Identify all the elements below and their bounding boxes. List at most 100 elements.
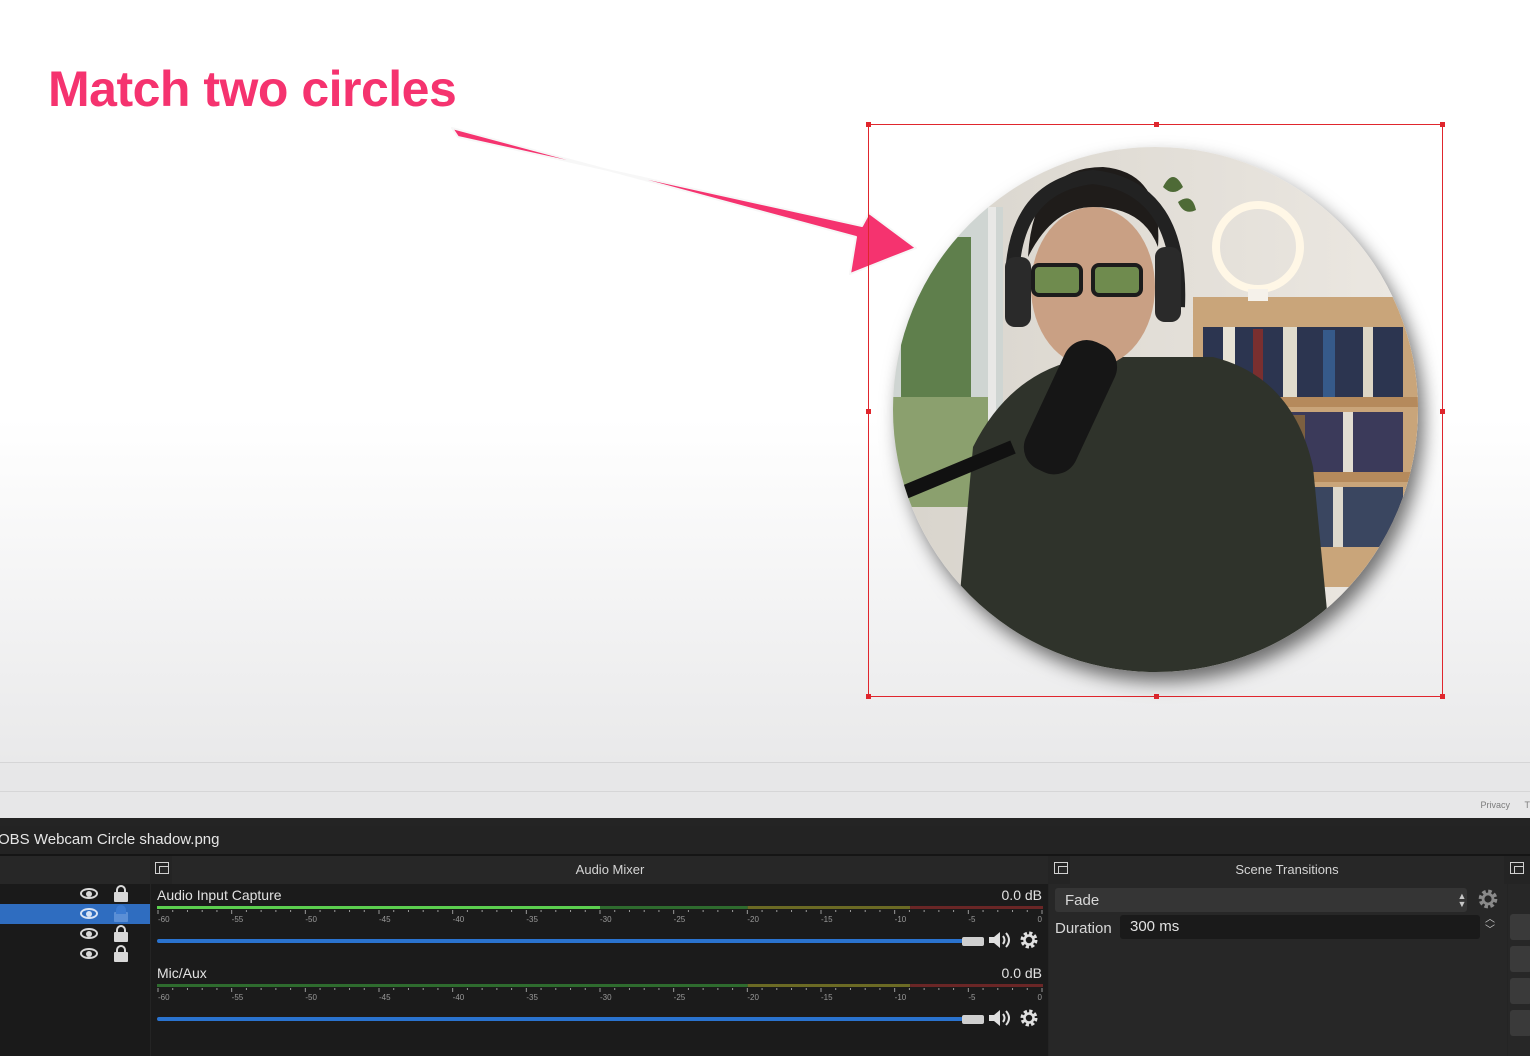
control-button[interactable] <box>1510 946 1530 972</box>
chevron-updown-icon: ▲ ▼ <box>1457 891 1467 909</box>
resize-handle[interactable] <box>1154 122 1159 127</box>
sources-dock-title <box>0 856 150 884</box>
scale-label: -35 <box>526 993 538 1002</box>
meter-zone <box>157 984 748 987</box>
scale-label: -40 <box>453 915 465 924</box>
volume-slider[interactable] <box>157 939 963 943</box>
scale-label: -30 <box>600 993 612 1002</box>
resize-handle[interactable] <box>866 694 871 699</box>
scale-label: -45 <box>379 915 391 924</box>
scale-label: -20 <box>747 993 759 1002</box>
controls-dock <box>1508 884 1530 1056</box>
transition-select[interactable]: Fade ▲ ▼ <box>1055 888 1467 912</box>
volume-slider-knob[interactable] <box>962 1015 984 1024</box>
control-button[interactable] <box>1510 1010 1530 1036</box>
eye-icon[interactable] <box>80 928 98 939</box>
scale-label: -50 <box>305 915 317 924</box>
scale-label: -10 <box>895 915 907 924</box>
webcam-image <box>893 147 1418 672</box>
preview-canvas[interactable]: Match two circles <box>0 0 1530 762</box>
scale-label: -25 <box>674 993 686 1002</box>
scale-label: -50 <box>305 993 317 1002</box>
eye-icon[interactable] <box>80 908 98 919</box>
scale-label: -25 <box>674 915 686 924</box>
speaker-icon[interactable] <box>987 930 1013 950</box>
divider <box>0 791 1530 792</box>
privacy-link[interactable]: Privacy <box>1480 800 1510 810</box>
channel-name: Mic/Aux <box>157 965 207 981</box>
sources-list[interactable] <box>0 884 150 1056</box>
lock-icon[interactable] <box>114 885 128 902</box>
window-title-text: OBS Webcam Circle shadow.png <box>0 831 220 848</box>
control-button[interactable] <box>1510 914 1530 940</box>
browser-footer-strip: Privacy T <box>0 762 1530 818</box>
scale-label: -10 <box>895 993 907 1002</box>
control-button[interactable] <box>1510 978 1530 1004</box>
meter-zone <box>747 984 911 987</box>
meter-level <box>157 906 600 909</box>
obs-window-title: OBS Webcam Circle shadow.png <box>0 826 1530 854</box>
webcam-circle <box>893 147 1418 672</box>
eye-icon[interactable] <box>80 888 98 899</box>
dock-float-icon[interactable] <box>1054 862 1068 874</box>
scale-label: -15 <box>821 915 833 924</box>
scale-label: -60 <box>158 915 170 924</box>
source-row[interactable] <box>0 884 150 904</box>
source-row[interactable] <box>0 924 150 944</box>
resize-handle[interactable] <box>1440 409 1445 414</box>
resize-handle[interactable] <box>1440 122 1445 127</box>
transition-select-value: Fade <box>1065 892 1100 909</box>
meter-scale: -60 -55 -50 -45 -40 -35 -30 -25 -20 -15 -10 -5 0 <box>157 910 1043 924</box>
meter-zone <box>910 984 1043 987</box>
scale-label: -15 <box>821 993 833 1002</box>
scale-label: -45 <box>379 993 391 1002</box>
scale-label: 0 <box>1038 915 1043 924</box>
volume-slider[interactable] <box>157 1017 963 1021</box>
dock-float-icon[interactable] <box>155 862 169 874</box>
source-row[interactable] <box>0 944 150 964</box>
speaker-icon[interactable] <box>987 1008 1013 1028</box>
meter-zone <box>910 906 1043 909</box>
gear-icon[interactable] <box>1019 930 1039 950</box>
scale-label: -55 <box>232 993 244 1002</box>
scene-transitions-title: Scene Transitions <box>1070 856 1504 884</box>
channel-name: Audio Input Capture <box>157 887 282 903</box>
resize-handle[interactable] <box>1154 694 1159 699</box>
duration-input[interactable]: 300 ms <box>1120 915 1480 939</box>
scale-label: -5 <box>968 915 976 924</box>
resize-handle[interactable] <box>1440 694 1445 699</box>
terms-link[interactable]: T <box>1525 800 1530 810</box>
dock-float-icon[interactable] <box>1510 862 1524 874</box>
eye-icon[interactable] <box>80 948 98 959</box>
resize-handle[interactable] <box>866 122 871 127</box>
channel-level: 0.0 dB <box>1001 887 1042 903</box>
volume-meter <box>157 984 1043 987</box>
volume-meter <box>157 906 1043 909</box>
lock-icon[interactable] <box>114 945 128 962</box>
lock-icon[interactable] <box>114 905 128 922</box>
meter-zone <box>747 906 911 909</box>
scale-label: -55 <box>232 915 244 924</box>
source-row-selected[interactable] <box>0 904 150 924</box>
gear-icon[interactable] <box>1019 1008 1039 1028</box>
scale-label: -20 <box>747 915 759 924</box>
lock-icon[interactable] <box>114 925 128 942</box>
obs-panel: OBS Webcam Circle shadow.png Audio Mixer… <box>0 818 1530 1056</box>
scale-label: -60 <box>158 993 170 1002</box>
gear-icon[interactable] <box>1477 888 1499 910</box>
audio-mixer-title: Audio Mixer <box>172 856 1048 884</box>
scene-transitions: Fade ▲ ▼ Duration 300 ms ︿ ﹀ <box>1049 884 1507 1056</box>
duration-label: Duration <box>1055 920 1112 937</box>
channel-level: 0.0 dB <box>1001 965 1042 981</box>
scale-label: -5 <box>968 993 976 1002</box>
resize-handle[interactable] <box>866 409 871 414</box>
duration-value: 300 ms <box>1130 918 1180 935</box>
audio-mixer: Audio Input Capture 0.0 dB -60 -55 -50 -45-… <box>151 884 1048 1056</box>
meter-scale: -60 -55 -50 -45 -40 -35 -30 -25 -20 -15 -10 -5 0 <box>157 988 1043 1002</box>
volume-slider-knob[interactable] <box>962 937 984 946</box>
scale-label: -35 <box>526 915 538 924</box>
duration-stepper-icon[interactable]: ︿ ﹀ <box>1481 914 1499 940</box>
scale-label: 0 <box>1038 993 1043 1002</box>
scale-label: -30 <box>600 915 612 924</box>
scale-label: -40 <box>453 993 465 1002</box>
